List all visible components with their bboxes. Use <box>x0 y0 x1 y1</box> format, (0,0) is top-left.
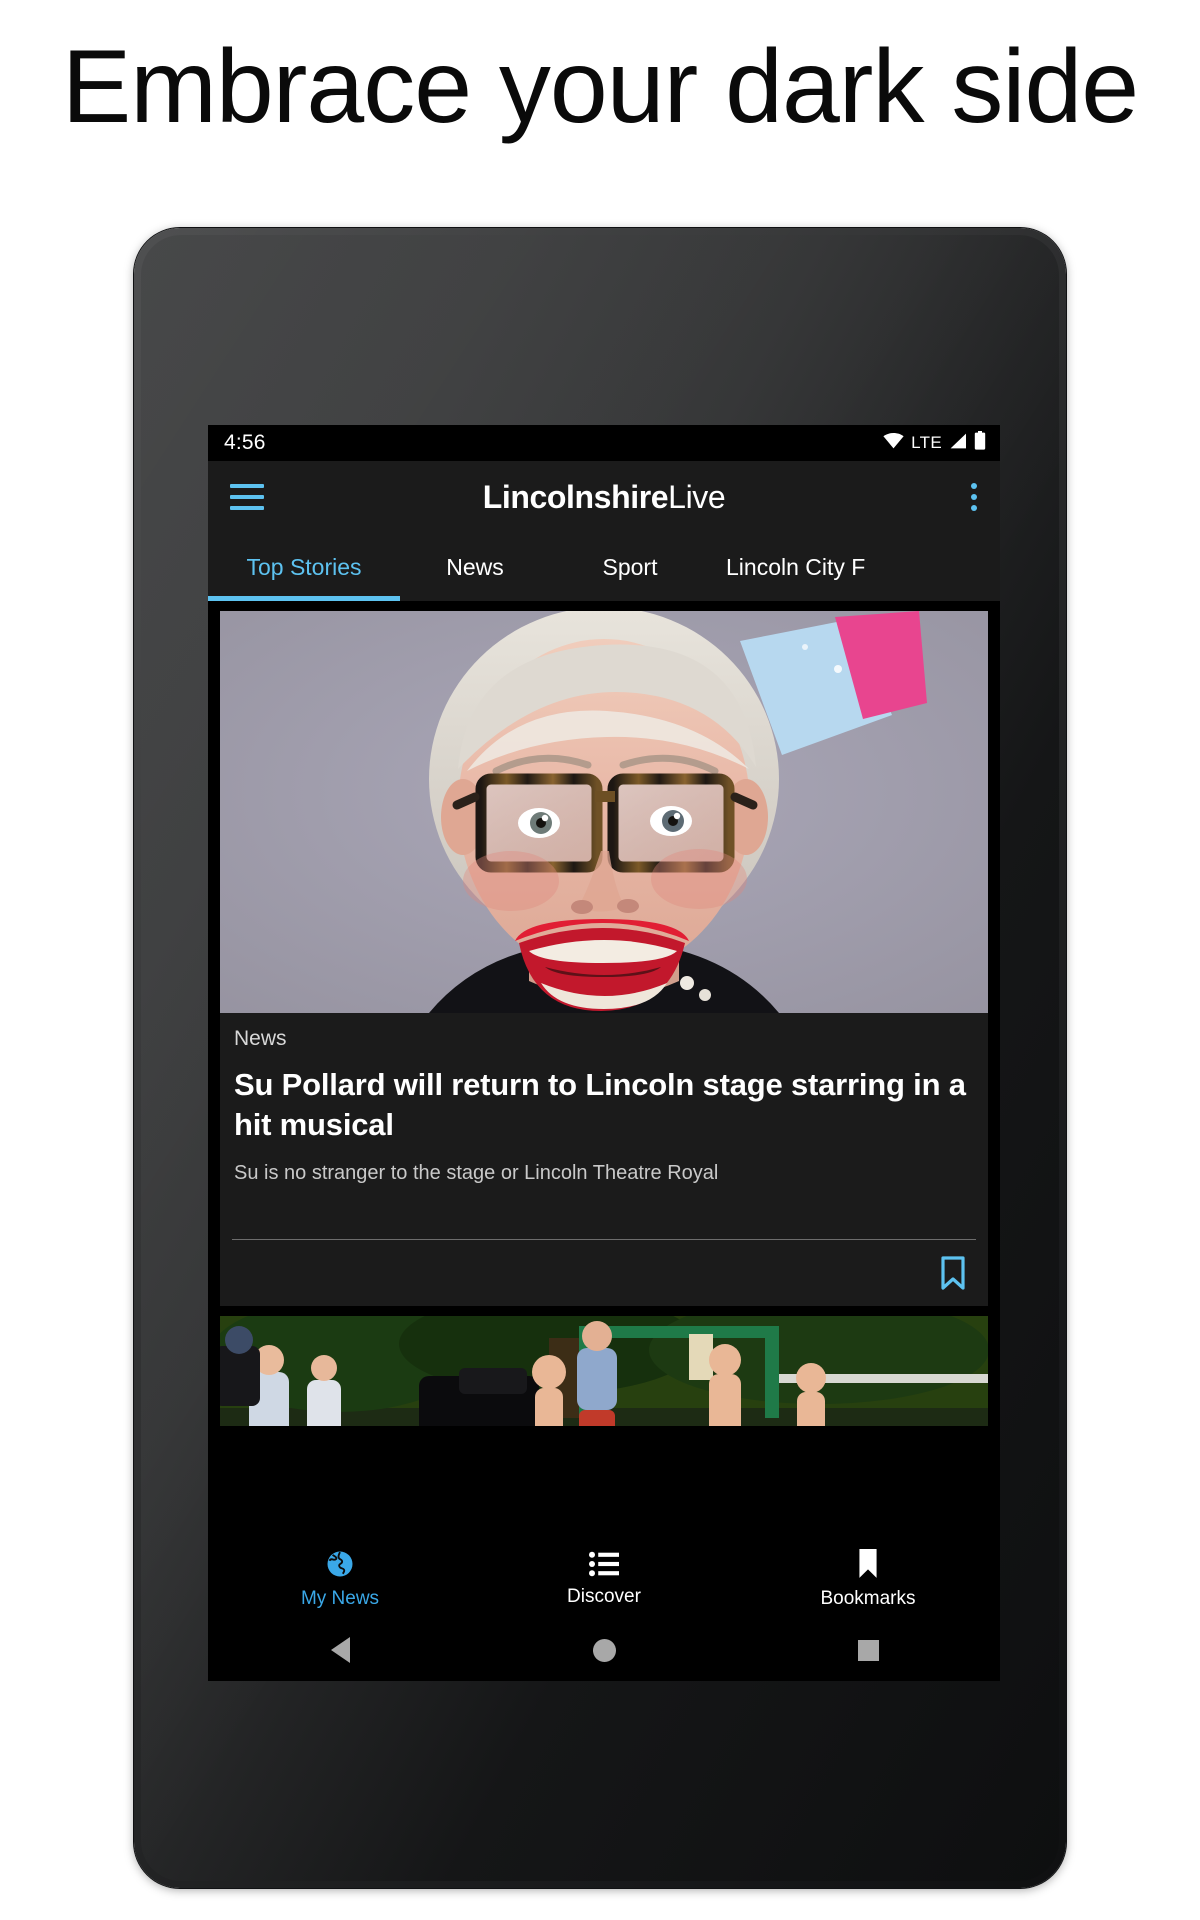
status-bar-clock: 4:56 <box>224 431 266 454</box>
bottom-nav-bookmarks[interactable]: Bookmarks <box>736 1548 1000 1610</box>
article-card[interactable]: News Su Pollard will return to Lincoln s… <box>220 611 988 1307</box>
article-image <box>220 1316 988 1427</box>
bottom-nav-label: My News <box>300 1587 380 1609</box>
app-bar: LincolnshireLive <box>208 461 1000 533</box>
promo-screenshot-page: Embrace your dark side 4:56 LTE Lincolns… <box>0 0 1200 1920</box>
tab-sport[interactable]: Sport <box>550 533 710 601</box>
status-bar-icons: LTE <box>883 431 986 455</box>
battery-icon <box>974 431 986 455</box>
article-summary: Su is no stranger to the stage or Lincol… <box>234 1162 719 1185</box>
android-back-icon[interactable] <box>208 1637 472 1663</box>
article-feed[interactable]: News Su Pollard will return to Lincoln s… <box>208 601 1000 1681</box>
tab-news[interactable]: News <box>400 533 550 601</box>
tab-label: Lincoln City F <box>726 553 866 580</box>
bottom-nav-my-news[interactable]: My News <box>208 1549 472 1610</box>
wifi-icon <box>883 432 904 454</box>
article-actions <box>220 1240 988 1306</box>
hamburger-menu-icon[interactable] <box>230 484 264 510</box>
bookmark-outline-icon[interactable] <box>940 1256 966 1290</box>
device-screen: 4:56 LTE LincolnshireLive Top Stories Ne… <box>208 425 1000 1681</box>
brand-bold-text: Lincolnshire <box>482 479 669 515</box>
lte-label: LTE <box>911 433 942 452</box>
article-card[interactable] <box>220 1316 988 1427</box>
bottom-nav-label: Bookmarks <box>820 1587 916 1609</box>
android-recents-icon[interactable] <box>736 1639 1000 1661</box>
tab-lincoln-city-fc[interactable]: Lincoln City F <box>710 533 910 601</box>
tab-label: News <box>446 553 504 580</box>
android-home-icon[interactable] <box>472 1638 736 1662</box>
bottom-nav-label: Discover <box>567 1585 641 1607</box>
app-brand-title: LincolnshireLive <box>208 481 1000 513</box>
tab-label: Sport <box>602 553 658 580</box>
globe-icon <box>325 1549 355 1584</box>
tab-top-stories[interactable]: Top Stories <box>208 533 400 601</box>
android-system-nav-bar[interactable] <box>208 1619 1000 1681</box>
bottom-nav-discover[interactable]: Discover <box>472 1551 736 1608</box>
bottom-navigation-bar[interactable]: My News Discover Bookmarks <box>208 1539 1000 1619</box>
section-tab-bar[interactable]: Top Stories News Sport Lincoln City F <box>208 533 1000 601</box>
cellular-signal-icon <box>949 433 967 454</box>
article-category: News <box>234 1027 287 1050</box>
article-headline: Su Pollard will return to Lincoln stage … <box>234 1067 966 1142</box>
status-bar: 4:56 LTE <box>208 425 1000 461</box>
article-text-block: News Su Pollard will return to Lincoln s… <box>220 1013 988 1239</box>
tab-label: Top Stories <box>246 553 362 580</box>
article-image <box>220 611 988 1013</box>
bookmark-icon <box>857 1548 879 1584</box>
list-icon <box>589 1551 619 1582</box>
brand-light-text: Live <box>668 479 726 515</box>
promo-headline: Embrace your dark side <box>61 29 1139 145</box>
overflow-menu-icon[interactable] <box>970 483 978 511</box>
